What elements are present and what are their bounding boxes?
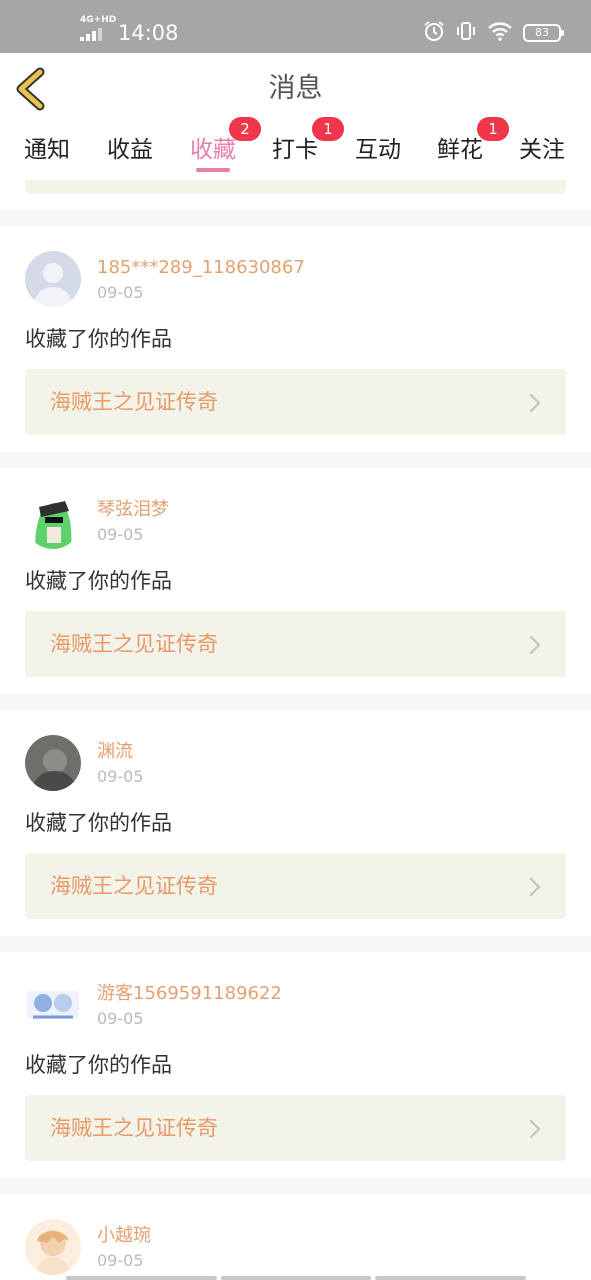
timestamp: 09-05 xyxy=(97,1251,144,1270)
work-title: 海贼王之见证传奇 xyxy=(50,874,218,898)
work-link[interactable]: 海贼王之见证传奇 xyxy=(25,853,566,919)
tab-flowers[interactable]: 鲜花 xyxy=(437,135,483,165)
tab-checkin-badge: 1 xyxy=(312,117,344,141)
tab-favorites[interactable]: 收藏 xyxy=(190,135,236,165)
username[interactable]: 小越琬 xyxy=(97,1224,151,1248)
list-item: 小越琬 09-05 xyxy=(0,1194,591,1280)
work-title: 海贼王之见证传奇 xyxy=(50,390,218,414)
tab-follows[interactable]: 关注 xyxy=(519,135,565,165)
signal-icon xyxy=(80,27,104,41)
tab-favorites-badge: 2 xyxy=(229,117,261,141)
active-tab-indicator xyxy=(196,168,230,172)
chevron-right-icon xyxy=(529,1119,541,1139)
tab-earnings[interactable]: 收益 xyxy=(107,135,153,165)
network-type: 4G+HD xyxy=(80,15,117,25)
avatar[interactable] xyxy=(25,977,81,1033)
chevron-right-icon xyxy=(529,635,541,655)
timestamp: 09-05 xyxy=(97,767,144,786)
avatar[interactable] xyxy=(25,493,81,549)
action-text: 收藏了你的作品 xyxy=(25,569,172,593)
list-item: 游客1569591189622 09-05 收藏了你的作品 海贼王之见证传奇 xyxy=(0,952,591,1178)
avatar[interactable] xyxy=(25,1219,81,1275)
battery-icon: 83 xyxy=(523,24,564,42)
avatar[interactable] xyxy=(25,735,81,791)
timestamp: 09-05 xyxy=(97,283,144,302)
gesture-bar xyxy=(66,1276,527,1280)
work-link[interactable]: 海贼王之见证传奇 xyxy=(25,611,566,677)
page-title: 消息 xyxy=(268,73,323,104)
status-bar: 4G+HD 14:08 83 xyxy=(0,0,591,53)
tab-interactions[interactable]: 互动 xyxy=(355,135,401,165)
tab-checkin[interactable]: 打卡 xyxy=(272,135,318,165)
status-time: 14:08 xyxy=(118,21,179,45)
chevron-right-icon xyxy=(529,877,541,897)
username[interactable]: 游客1569591189622 xyxy=(97,982,282,1006)
work-title: 海贼王之见证传奇 xyxy=(50,1116,218,1140)
header: 消息 xyxy=(0,53,591,125)
username[interactable]: 渊流 xyxy=(97,740,133,764)
alarm-icon xyxy=(423,20,445,46)
list-item xyxy=(0,180,591,210)
list-item: 185***289_118630867 09-05 收藏了你的作品 海贼王之见证… xyxy=(0,226,591,452)
tab-bar: 通知 收益 收藏 2 打卡 1 互动 鲜花 1 关注 xyxy=(0,117,591,180)
action-text: 收藏了你的作品 xyxy=(25,1053,172,1077)
username[interactable]: 185***289_118630867 xyxy=(97,256,305,280)
work-link[interactable] xyxy=(25,180,566,194)
avatar[interactable] xyxy=(25,251,81,307)
timestamp: 09-05 xyxy=(97,1009,144,1028)
tab-notifications[interactable]: 通知 xyxy=(24,135,70,165)
tab-flowers-badge: 1 xyxy=(477,117,509,141)
list-item: 渊流 09-05 收藏了你的作品 海贼王之见证传奇 xyxy=(0,710,591,936)
username[interactable]: 琴弦泪梦 xyxy=(97,498,169,522)
vibrate-icon xyxy=(455,20,477,46)
timestamp: 09-05 xyxy=(97,525,144,544)
work-title: 海贼王之见证传奇 xyxy=(50,632,218,656)
action-text: 收藏了你的作品 xyxy=(25,327,172,351)
wifi-icon xyxy=(487,20,513,46)
list-item: 琴弦泪梦 09-05 收藏了你的作品 海贼王之见证传奇 xyxy=(0,468,591,694)
work-link[interactable]: 海贼王之见证传奇 xyxy=(25,1095,566,1161)
chevron-right-icon xyxy=(529,393,541,413)
action-text: 收藏了你的作品 xyxy=(25,811,172,835)
work-link[interactable]: 海贼王之见证传奇 xyxy=(25,369,566,435)
